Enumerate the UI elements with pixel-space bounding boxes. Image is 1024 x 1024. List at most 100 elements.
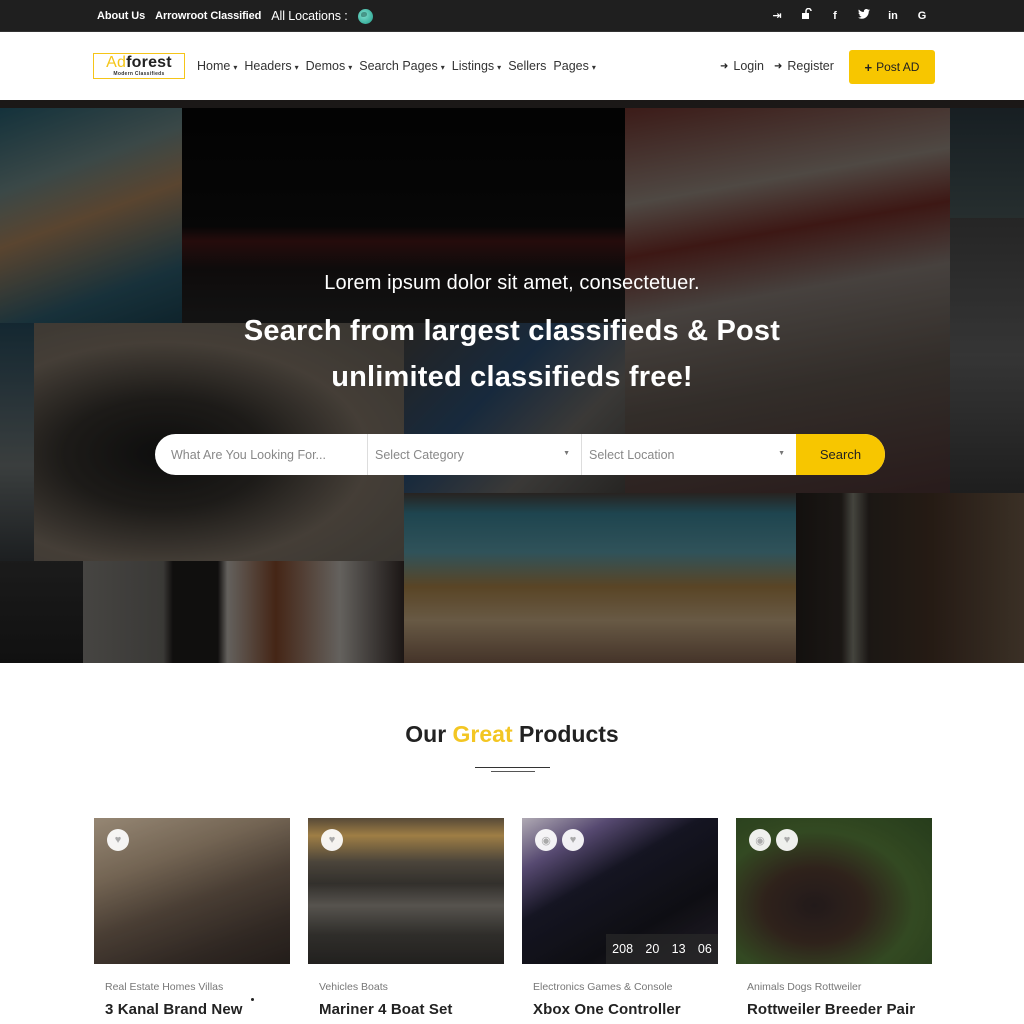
keyword-input[interactable]: What Are You Looking For... [155,434,368,475]
unlock-icon[interactable] [800,0,812,32]
video-button[interactable]: ◉ [535,829,557,851]
favorite-button[interactable]: ♥ [776,829,798,851]
all-locations-link[interactable]: All Locations : [271,9,347,23]
heart-icon: ♥ [569,834,577,846]
logo-ad: Ad [106,54,127,71]
nav-pages[interactable]: Pages ▾ [553,59,595,73]
hero-banner: Lorem ipsum dolor sit amet, consectetuer… [0,100,1024,663]
product-image[interactable]: ◉ ♥ 208 20 13 06 [522,818,718,964]
product-category[interactable]: Animals Dogs Rottweiler [736,981,932,993]
product-name[interactable]: Xbox One Controller [522,1001,718,1018]
countdown-seconds: 06 [697,942,712,956]
chevron-down-icon: ▾ [591,62,596,72]
chevron-down-icon: ▾ [497,62,502,72]
product-category[interactable]: Vehicles Boats [308,981,504,993]
nav-headers-label: Headers [244,59,292,73]
play-icon: ◉ [755,834,765,847]
google-icon[interactable]: G [916,0,928,32]
countdown-days: 208 [612,942,634,956]
category-select[interactable]: Select Category ▼ [368,434,582,475]
arrowroot-classified-link[interactable]: Arrowroot Classified [155,10,261,22]
video-button[interactable]: ◉ [749,829,771,851]
section-title-highlight: Great [452,721,513,747]
nav-pages-label: Pages [553,59,589,73]
nav-sellers-label: Sellers [508,59,547,73]
top-bar: About Us Arrowroot Classified All Locati… [0,0,1024,32]
nav-search-pages-label: Search Pages [359,59,438,73]
hero-title-line1: Search from largest classifieds & Post [243,315,781,347]
login-label: Login [733,59,764,73]
hero-subtitle: Lorem ipsum dolor sit amet, consectetuer… [324,272,700,294]
countdown-hours: 20 [645,942,660,956]
product-name[interactable]: 3 Kanal Brand New [94,1001,290,1018]
title-divider-short [491,771,535,772]
chevron-down-icon: ▾ [233,62,238,72]
nav-listings[interactable]: Listings ▾ [452,59,501,73]
product-name[interactable]: Rottweiler Breeder Pair [736,1001,932,1018]
favorite-button[interactable]: ♥ [107,829,129,851]
register-label: Register [787,59,834,73]
play-icon: ◉ [541,834,551,847]
sign-in-icon[interactable]: ⇥ [771,0,783,32]
hero-title-line2: unlimited classifieds free! [331,361,693,393]
countdown-minutes: 13 [671,942,686,956]
post-ad-button[interactable]: + Post AD [849,50,935,84]
section-title: Our Great Products [0,721,1024,748]
location-select-value: Select Location [589,447,675,462]
about-us-link[interactable]: About Us [97,10,145,22]
product-category[interactable]: Electronics Games & Console [522,981,718,993]
chevron-down-icon: ▾ [348,62,353,72]
logo-forest: forest [126,54,172,71]
linkedin-icon[interactable]: in [887,0,899,32]
sign-in-icon: ➜ [773,60,783,72]
heart-icon: ♥ [783,834,791,846]
countdown-timer: 208 20 13 06 [606,934,718,964]
facebook-icon[interactable]: f [829,0,841,32]
nav-home[interactable]: Home ▾ [197,59,237,73]
section-title-post: Products [519,721,619,747]
product-name[interactable]: Mariner 4 Boat Set [308,1001,504,1018]
title-divider [475,767,550,768]
product-category[interactable]: Real Estate Homes Villas [94,981,290,993]
heart-icon: ♥ [328,834,336,846]
post-ad-label: Post AD [876,60,920,74]
chevron-down-icon: ▾ [440,62,445,72]
main-header: Adforest Modern Classifieds Home ▾ Header… [0,32,1024,100]
nav-listings-label: Listings [451,59,495,73]
nav-sellers[interactable]: Sellers [508,59,546,73]
product-card[interactable]: ◉ ♥ Animals Dogs Rottweiler Rottweiler B… [736,818,932,1018]
nav-home-label: Home [197,59,231,73]
nav-demos-label: Demos [305,59,346,73]
nav-demos[interactable]: Demos ▾ [306,59,353,73]
product-card[interactable]: ◉ ♥ 208 20 13 06 Electronics Games & Con… [522,818,718,1018]
location-select[interactable]: Select Location ▼ [582,434,796,475]
site-logo[interactable]: Adforest Modern Classifieds [93,53,185,79]
search-button[interactable]: Search [796,434,885,475]
nav-search-pages[interactable]: Search Pages ▾ [359,59,445,73]
section-title-pre: Our [405,721,447,747]
register-link[interactable]: ➜ Register [774,59,834,73]
product-card[interactable]: ♥ Vehicles Boats Mariner 4 Boat Set [308,818,504,1018]
main-nav: Home ▾ Headers ▾ Demos ▾ Search Pages ▾ List… [197,32,596,100]
search-form: What Are You Looking For... Select Categ… [155,434,885,475]
caret-down-icon: ▼ [563,450,570,457]
twitter-icon[interactable] [858,0,870,32]
product-image[interactable]: ♥ [308,818,504,964]
login-link[interactable]: ➜ Login [720,59,764,73]
globe-icon[interactable] [357,8,373,24]
hero-title: Search from largest classifieds & Post u… [0,308,1024,400]
nav-headers[interactable]: Headers ▾ [244,59,298,73]
product-image[interactable]: ♥ [94,818,290,964]
plus-icon: + [864,59,873,75]
heart-icon: ♥ [114,834,122,846]
favorite-button[interactable]: ♥ [562,829,584,851]
caret-down-icon: ▼ [778,450,785,457]
product-image[interactable]: ◉ ♥ [736,818,932,964]
category-select-value: Select Category [375,447,464,462]
sign-in-icon: ➜ [720,60,729,72]
favorite-button[interactable]: ♥ [321,829,343,851]
stray-dot [251,998,254,1001]
logo-tagline: Modern Classifieds [113,71,165,77]
product-card[interactable]: ♥ Real Estate Homes Villas 3 Kanal Brand… [94,818,290,1018]
chevron-down-icon: ▾ [294,62,299,72]
